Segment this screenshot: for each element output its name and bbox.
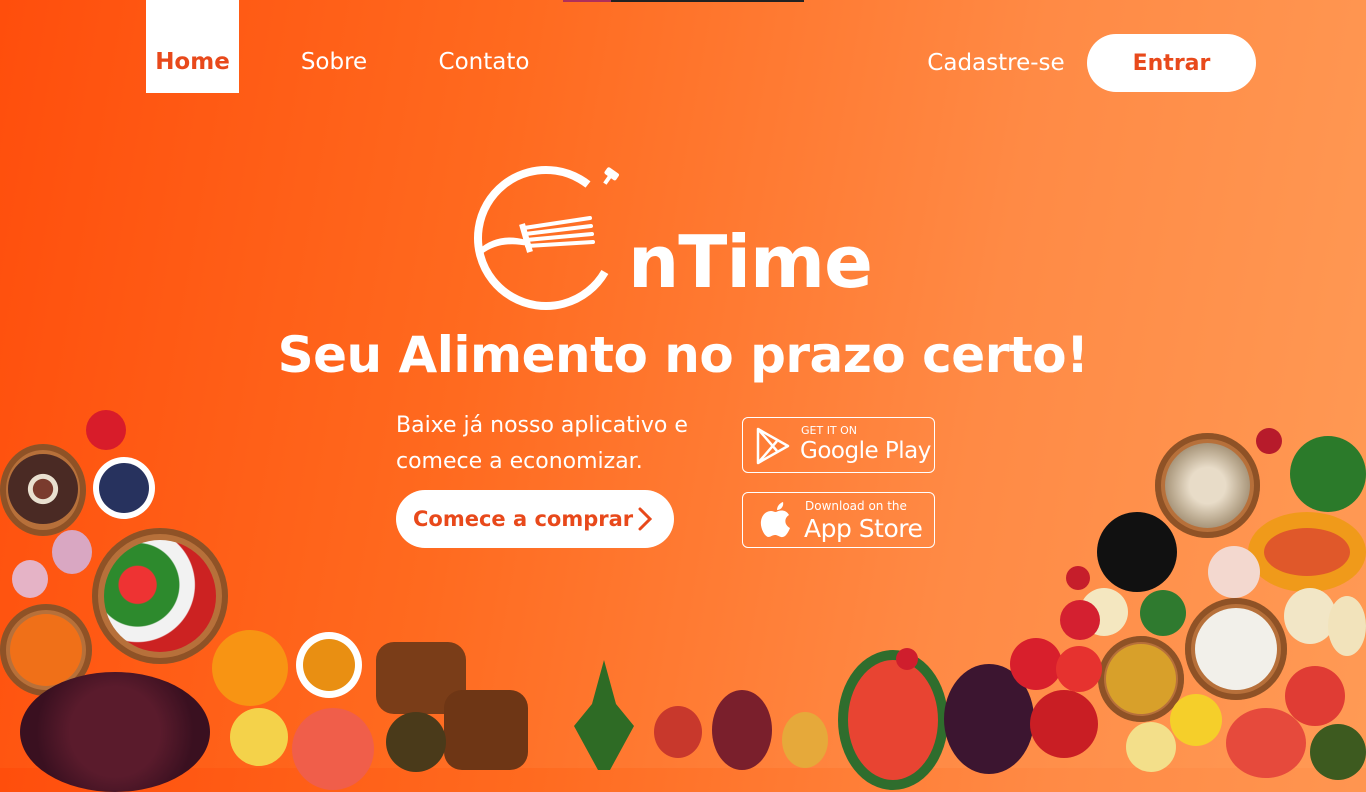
- hero-subtitle: Baixe já nosso aplicativo e comece a eco…: [396, 408, 726, 480]
- nav-sobre[interactable]: Sobre: [290, 0, 378, 93]
- google-play-badge[interactable]: GET IT ON Google Play: [742, 417, 935, 473]
- app-store-badge[interactable]: Download on the App Store: [742, 492, 935, 548]
- apple-big-text: App Store: [804, 514, 923, 543]
- stopwatch-fork-icon: [474, 166, 619, 310]
- google-play-icon: [756, 427, 790, 465]
- logo-text: nTime: [628, 220, 873, 304]
- apple-icon: [760, 502, 790, 538]
- hero-headline: Seu Alimento no prazo certo!: [277, 326, 1089, 384]
- ontime-logo: nTime: [468, 160, 888, 315]
- start-shopping-button[interactable]: Comece a comprar: [396, 490, 674, 548]
- subtitle-line-1: Baixe já nosso aplicativo e: [396, 413, 688, 438]
- google-big-text: Google Play: [800, 438, 931, 464]
- apple-small-text: Download on the: [805, 499, 907, 513]
- chevron-right-icon: [638, 507, 652, 531]
- signup-link[interactable]: Cadastre-se: [920, 34, 1072, 92]
- top-progress-line: [563, 0, 804, 2]
- nav-contato[interactable]: Contato: [430, 0, 538, 93]
- login-button[interactable]: Entrar: [1087, 34, 1256, 92]
- nav-home[interactable]: Home: [146, 0, 239, 93]
- cta-label: Comece a comprar: [413, 507, 634, 531]
- google-small-text: GET IT ON: [801, 424, 858, 437]
- subtitle-line-2: comece a economizar.: [396, 449, 643, 474]
